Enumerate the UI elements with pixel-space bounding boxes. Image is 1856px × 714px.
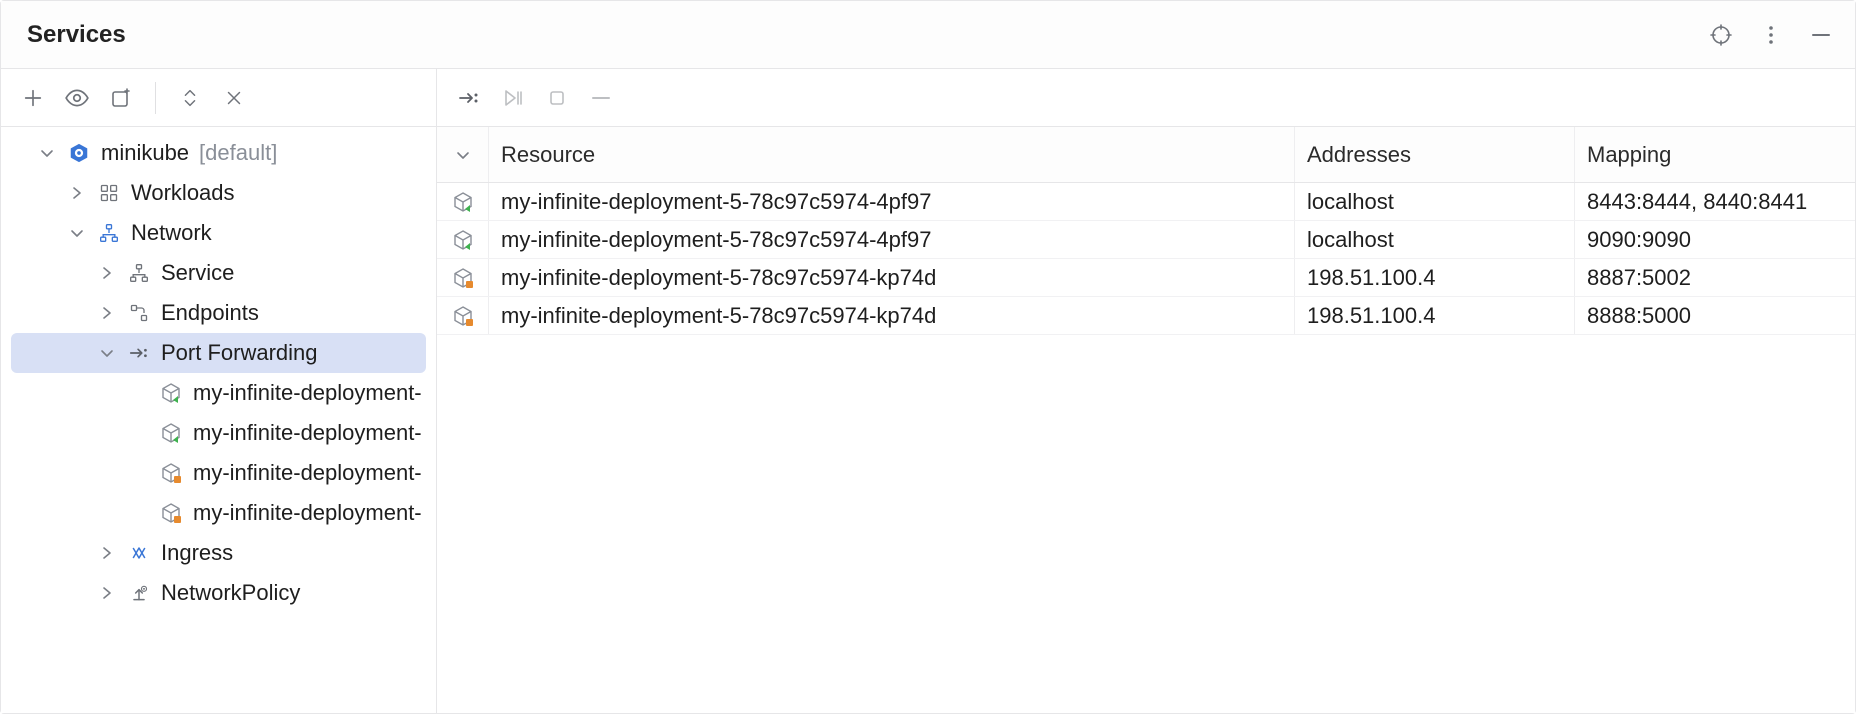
table-row[interactable]: my-infinite-deployment-5-78c97c5974-4pf9… bbox=[437, 221, 1855, 259]
chevron-down-icon[interactable] bbox=[39, 145, 57, 161]
table-body: my-infinite-deployment-5-78c97c5974-4pf9… bbox=[437, 183, 1855, 335]
focus-target-icon[interactable] bbox=[1707, 21, 1735, 49]
cell-mapping: 9090:9090 bbox=[1575, 221, 1855, 258]
more-options-icon[interactable] bbox=[1757, 21, 1785, 49]
services-tree[interactable]: minikube [default] Workloads Network bbox=[1, 127, 436, 713]
cluster-context: [default] bbox=[199, 140, 277, 166]
tree-label: my-infinite-deployment- bbox=[193, 420, 422, 446]
cell-resource: my-infinite-deployment-5-78c97c5974-4pf9… bbox=[489, 183, 1295, 220]
add-icon[interactable] bbox=[19, 84, 47, 112]
resume-icon[interactable] bbox=[499, 84, 527, 112]
tree-node-port-forwarding[interactable]: Port Forwarding bbox=[11, 333, 426, 373]
minimize-icon[interactable] bbox=[1807, 21, 1835, 49]
left-toolbar bbox=[1, 69, 436, 127]
header-expand-icon[interactable] bbox=[437, 127, 489, 182]
row-status-icon bbox=[437, 183, 489, 220]
tree-label: Port Forwarding bbox=[161, 340, 318, 366]
tree-label: Endpoints bbox=[161, 300, 259, 326]
row-status-icon bbox=[437, 259, 489, 296]
tree-node-port-forward-item[interactable]: my-infinite-deployment- bbox=[1, 373, 436, 413]
kubernetes-icon bbox=[67, 141, 91, 165]
cell-addresses: localhost bbox=[1295, 183, 1575, 220]
table-row[interactable]: my-infinite-deployment-5-78c97c5974-kp74… bbox=[437, 259, 1855, 297]
cell-resource: my-infinite-deployment-5-78c97c5974-4pf9… bbox=[489, 221, 1295, 258]
services-panel: Services miniku bbox=[0, 0, 1856, 714]
cell-resource: my-infinite-deployment-5-78c97c5974-kp74… bbox=[489, 259, 1295, 296]
row-status-icon bbox=[437, 297, 489, 334]
cell-mapping: 8887:5002 bbox=[1575, 259, 1855, 296]
chevron-right-icon[interactable] bbox=[99, 545, 117, 561]
tree-label: Ingress bbox=[161, 540, 233, 566]
cell-addresses: 198.51.100.4 bbox=[1295, 297, 1575, 334]
panel-title: Services bbox=[27, 21, 126, 49]
tree-node-port-forward-item[interactable]: my-infinite-deployment- bbox=[1, 413, 436, 453]
table-header: Resource Addresses Mapping bbox=[437, 127, 1855, 183]
header-addresses[interactable]: Addresses bbox=[1295, 127, 1575, 182]
network-icon bbox=[97, 221, 121, 245]
tree-label: NetworkPolicy bbox=[161, 580, 300, 606]
tree-label: my-infinite-deployment- bbox=[193, 460, 422, 486]
tree-node-service[interactable]: Service bbox=[1, 253, 436, 293]
tree-label: Service bbox=[161, 260, 234, 286]
tree-label: Workloads bbox=[131, 180, 235, 206]
cluster-name: minikube bbox=[101, 140, 189, 166]
networkpolicy-icon bbox=[127, 581, 151, 605]
header-mapping[interactable]: Mapping bbox=[1575, 127, 1855, 182]
port-forward-icon bbox=[127, 341, 151, 365]
header-resource[interactable]: Resource bbox=[489, 127, 1295, 182]
table-row[interactable]: my-infinite-deployment-5-78c97c5974-kp74… bbox=[437, 297, 1855, 335]
ingress-icon bbox=[127, 541, 151, 565]
pod-icon bbox=[159, 421, 183, 445]
tree-label: Network bbox=[131, 220, 212, 246]
open-new-window-icon[interactable] bbox=[107, 84, 135, 112]
table-row[interactable]: my-infinite-deployment-5-78c97c5974-4pf9… bbox=[437, 183, 1855, 221]
close-all-icon[interactable] bbox=[220, 84, 248, 112]
chevron-right-icon[interactable] bbox=[99, 305, 117, 321]
tree-node-workloads[interactable]: Workloads bbox=[1, 173, 436, 213]
expand-collapse-icon[interactable] bbox=[176, 84, 204, 112]
endpoints-icon bbox=[127, 301, 151, 325]
titlebar: Services bbox=[1, 1, 1855, 69]
chevron-down-icon[interactable] bbox=[69, 225, 87, 241]
tree-node-endpoints[interactable]: Endpoints bbox=[1, 293, 436, 333]
cell-resource: my-infinite-deployment-5-78c97c5974-kp74… bbox=[489, 297, 1295, 334]
left-pane: minikube [default] Workloads Network bbox=[1, 69, 437, 713]
tree-node-ingress[interactable]: Ingress bbox=[1, 533, 436, 573]
service-icon bbox=[127, 261, 151, 285]
cell-mapping: 8888:5000 bbox=[1575, 297, 1855, 334]
cell-addresses: localhost bbox=[1295, 221, 1575, 258]
pod-icon bbox=[159, 501, 183, 525]
chevron-right-icon[interactable] bbox=[69, 185, 87, 201]
titlebar-actions bbox=[1707, 21, 1835, 49]
tree-label: my-infinite-deployment- bbox=[193, 500, 422, 526]
chevron-right-icon[interactable] bbox=[99, 585, 117, 601]
tree-node-cluster[interactable]: minikube [default] bbox=[1, 133, 436, 173]
right-pane: Resource Addresses Mapping my-infinite-d… bbox=[437, 69, 1855, 713]
show-icon[interactable] bbox=[63, 84, 91, 112]
remove-icon[interactable] bbox=[587, 84, 615, 112]
pod-icon bbox=[159, 461, 183, 485]
forward-port-icon[interactable] bbox=[455, 84, 483, 112]
tree-node-network[interactable]: Network bbox=[1, 213, 436, 253]
cell-mapping: 8443:8444, 8440:8441 bbox=[1575, 183, 1855, 220]
row-status-icon bbox=[437, 221, 489, 258]
right-toolbar bbox=[437, 69, 1855, 127]
stop-icon[interactable] bbox=[543, 84, 571, 112]
tree-node-port-forward-item[interactable]: my-infinite-deployment- bbox=[1, 453, 436, 493]
tree-label: my-infinite-deployment- bbox=[193, 380, 422, 406]
tree-node-port-forward-item[interactable]: my-infinite-deployment- bbox=[1, 493, 436, 533]
chevron-down-icon[interactable] bbox=[99, 345, 117, 361]
workloads-icon bbox=[97, 181, 121, 205]
cell-addresses: 198.51.100.4 bbox=[1295, 259, 1575, 296]
tree-node-networkpolicy[interactable]: NetworkPolicy bbox=[1, 573, 436, 613]
pod-icon bbox=[159, 381, 183, 405]
toolbar-separator bbox=[155, 82, 156, 114]
chevron-right-icon[interactable] bbox=[99, 265, 117, 281]
